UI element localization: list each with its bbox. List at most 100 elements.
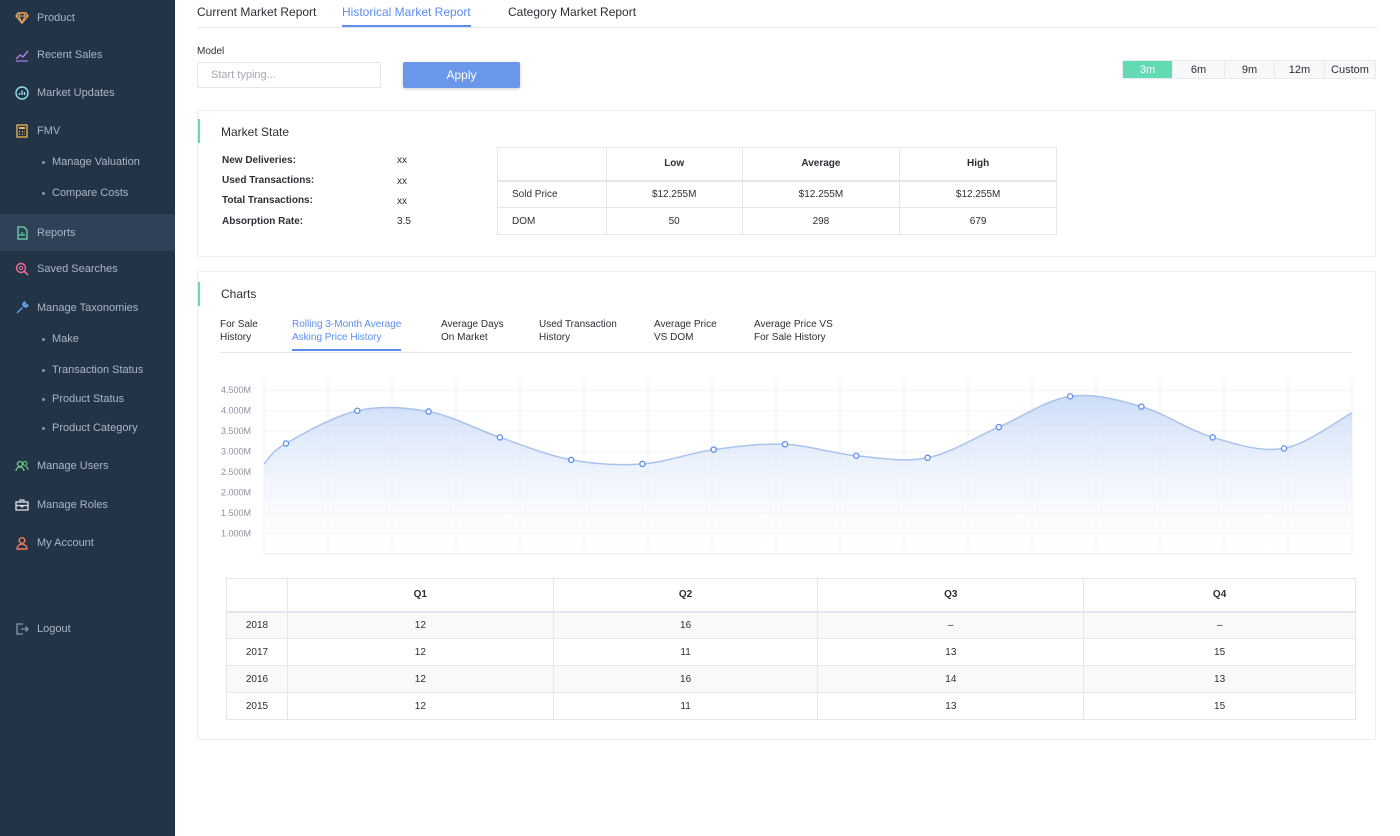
table-cell: – xyxy=(817,610,1085,639)
sub-product-status[interactable]: Product Status xyxy=(42,389,124,409)
chart-tab-rolling-average[interactable]: Rolling 3-Month Average Asking Price His… xyxy=(292,318,402,351)
nav-label: My Account xyxy=(37,537,94,549)
nav-label: FMV xyxy=(37,125,61,137)
sub-label: Product Status xyxy=(52,393,125,405)
chart-tab-average-price-vs-for-sale[interactable]: Average Price VS For Sale History xyxy=(754,318,833,349)
table-cell: 298 xyxy=(741,207,901,235)
table-cell: – xyxy=(1083,610,1356,639)
table-cell: 13 xyxy=(817,692,1085,720)
table-row: DOM 50 298 679 xyxy=(497,207,1057,235)
chart-tab-for-sale-history[interactable]: For Sale History xyxy=(220,318,258,349)
stat-value: 3.5 xyxy=(397,216,411,227)
range-9m-button[interactable]: 9m xyxy=(1225,61,1275,78)
table-cell: DOM xyxy=(497,207,607,235)
model-input[interactable] xyxy=(197,62,381,88)
table-header: Average xyxy=(741,147,901,181)
table-cell: 12 xyxy=(286,610,554,639)
sub-transaction-status[interactable]: Transaction Status xyxy=(42,360,143,380)
chart-tab-line: Average Price xyxy=(654,319,717,330)
data-point xyxy=(781,441,789,448)
table-cell: $12.255M xyxy=(605,179,743,208)
table-row: 2018 12 16 – – xyxy=(226,610,1356,639)
data-point xyxy=(1280,445,1288,452)
y-tick-label: 1.500M xyxy=(221,508,251,518)
table-cell: 12 xyxy=(286,638,554,666)
trend-icon xyxy=(15,48,29,62)
data-point xyxy=(710,446,717,453)
data-point xyxy=(1209,434,1216,441)
briefcase-icon xyxy=(15,498,29,512)
nav-label: Product xyxy=(37,12,75,24)
y-tick-label: 4.500M xyxy=(221,385,251,395)
sub-manage-valuation[interactable]: Manage Valuation xyxy=(42,152,140,172)
table-row: 2017 12 11 13 15 xyxy=(226,638,1356,666)
tab-current-market-report[interactable]: Current Market Report xyxy=(197,5,316,27)
nav-saved-searches[interactable]: Saved Searches xyxy=(0,252,175,286)
tab-category-market-report[interactable]: Category Market Report xyxy=(508,5,636,27)
sub-label: Product Category xyxy=(52,422,138,434)
range-3m-button[interactable]: 3m xyxy=(1123,61,1173,78)
y-tick-label: 3.000M xyxy=(221,447,251,457)
charts-title: Charts xyxy=(221,287,257,301)
table-row: Sold Price $12.255M $12.255M $12.255M xyxy=(497,179,1057,208)
price-table: Low Average High Sold Price $12.255M $12… xyxy=(497,147,1057,235)
table-header: Q1 xyxy=(286,578,554,612)
tab-historical-market-report[interactable]: Historical Market Report xyxy=(342,5,471,27)
range-custom-button[interactable]: Custom xyxy=(1325,61,1375,78)
table-cell: 14 xyxy=(817,665,1085,693)
table-header: High xyxy=(899,147,1057,181)
nav-label: Saved Searches xyxy=(37,263,118,275)
nav-label: Manage Roles xyxy=(37,499,108,511)
table-cell: 2016 xyxy=(226,665,288,693)
nav-market-updates[interactable]: Market Updates xyxy=(0,76,175,110)
sub-label: Manage Valuation xyxy=(52,156,140,168)
nav-manage-taxonomies[interactable]: Manage Taxonomies xyxy=(0,291,175,325)
market-state-title: Market State xyxy=(221,125,290,139)
nav-recent-sales[interactable]: Recent Sales xyxy=(0,38,175,72)
chart-tab-used-transaction-history[interactable]: Used Transaction History xyxy=(539,318,617,349)
table-cell: $12.255M xyxy=(741,179,901,208)
y-tick-label: 4.000M xyxy=(221,406,251,416)
table-header xyxy=(226,578,288,612)
range-12m-button[interactable]: 12m xyxy=(1275,61,1325,78)
table-cell: 16 xyxy=(552,610,819,639)
data-point xyxy=(1138,403,1145,410)
nav-logout[interactable]: Logout xyxy=(0,612,175,646)
nav-my-account[interactable]: My Account xyxy=(0,526,175,560)
table-row: 2015 12 11 13 15 xyxy=(226,692,1356,720)
sub-label: Transaction Status xyxy=(52,364,144,376)
nav-manage-roles[interactable]: Manage Roles xyxy=(0,488,175,522)
quarterly-table: Q1 Q2 Q3 Q4 2018 12 16 – – 2017 12 11 13… xyxy=(226,578,1356,720)
sub-product-category[interactable]: Product Category xyxy=(42,418,138,438)
data-point xyxy=(282,440,290,447)
range-selector: 3m 6m 9m 12m Custom xyxy=(1122,60,1376,79)
nav-product[interactable]: Product xyxy=(0,1,175,35)
data-point xyxy=(995,423,1003,431)
stat-label: Used Transactions: xyxy=(222,175,315,186)
y-tick-label: 1.000M xyxy=(221,529,251,539)
chart-tab-average-days-on-market[interactable]: Average Days On Market xyxy=(441,318,504,349)
stat-label: New Deliveries: xyxy=(222,155,296,166)
user-icon xyxy=(15,536,29,550)
nav-label: Market Updates xyxy=(37,87,115,99)
stat-value: xx xyxy=(397,196,407,207)
nav-reports[interactable]: Reports xyxy=(0,214,175,251)
sub-label: Make xyxy=(52,333,79,345)
stat-label: Total Transactions: xyxy=(222,195,313,206)
nav-manage-users[interactable]: Manage Users xyxy=(0,449,175,483)
table-cell: 13 xyxy=(817,638,1085,666)
sub-make[interactable]: Make xyxy=(42,329,79,349)
table-cell: 15 xyxy=(1083,638,1356,666)
sub-compare-costs[interactable]: Compare Costs xyxy=(42,183,128,203)
bullet-icon xyxy=(42,160,45,164)
calculator-icon xyxy=(15,124,29,138)
range-6m-button[interactable]: 6m xyxy=(1173,61,1225,78)
chart-tab-average-price-vs-dom[interactable]: Average Price VS DOM xyxy=(654,318,717,349)
data-point xyxy=(639,460,646,468)
nav-fmv[interactable]: FMV xyxy=(0,114,175,148)
apply-button[interactable]: Apply xyxy=(403,62,520,88)
table-cell: 679 xyxy=(899,207,1057,235)
chart-tab-line: For Sale History xyxy=(754,332,826,343)
chart-tab-line: Rolling 3-Month Average xyxy=(292,319,402,330)
y-tick-label: 2.000M xyxy=(221,488,251,498)
